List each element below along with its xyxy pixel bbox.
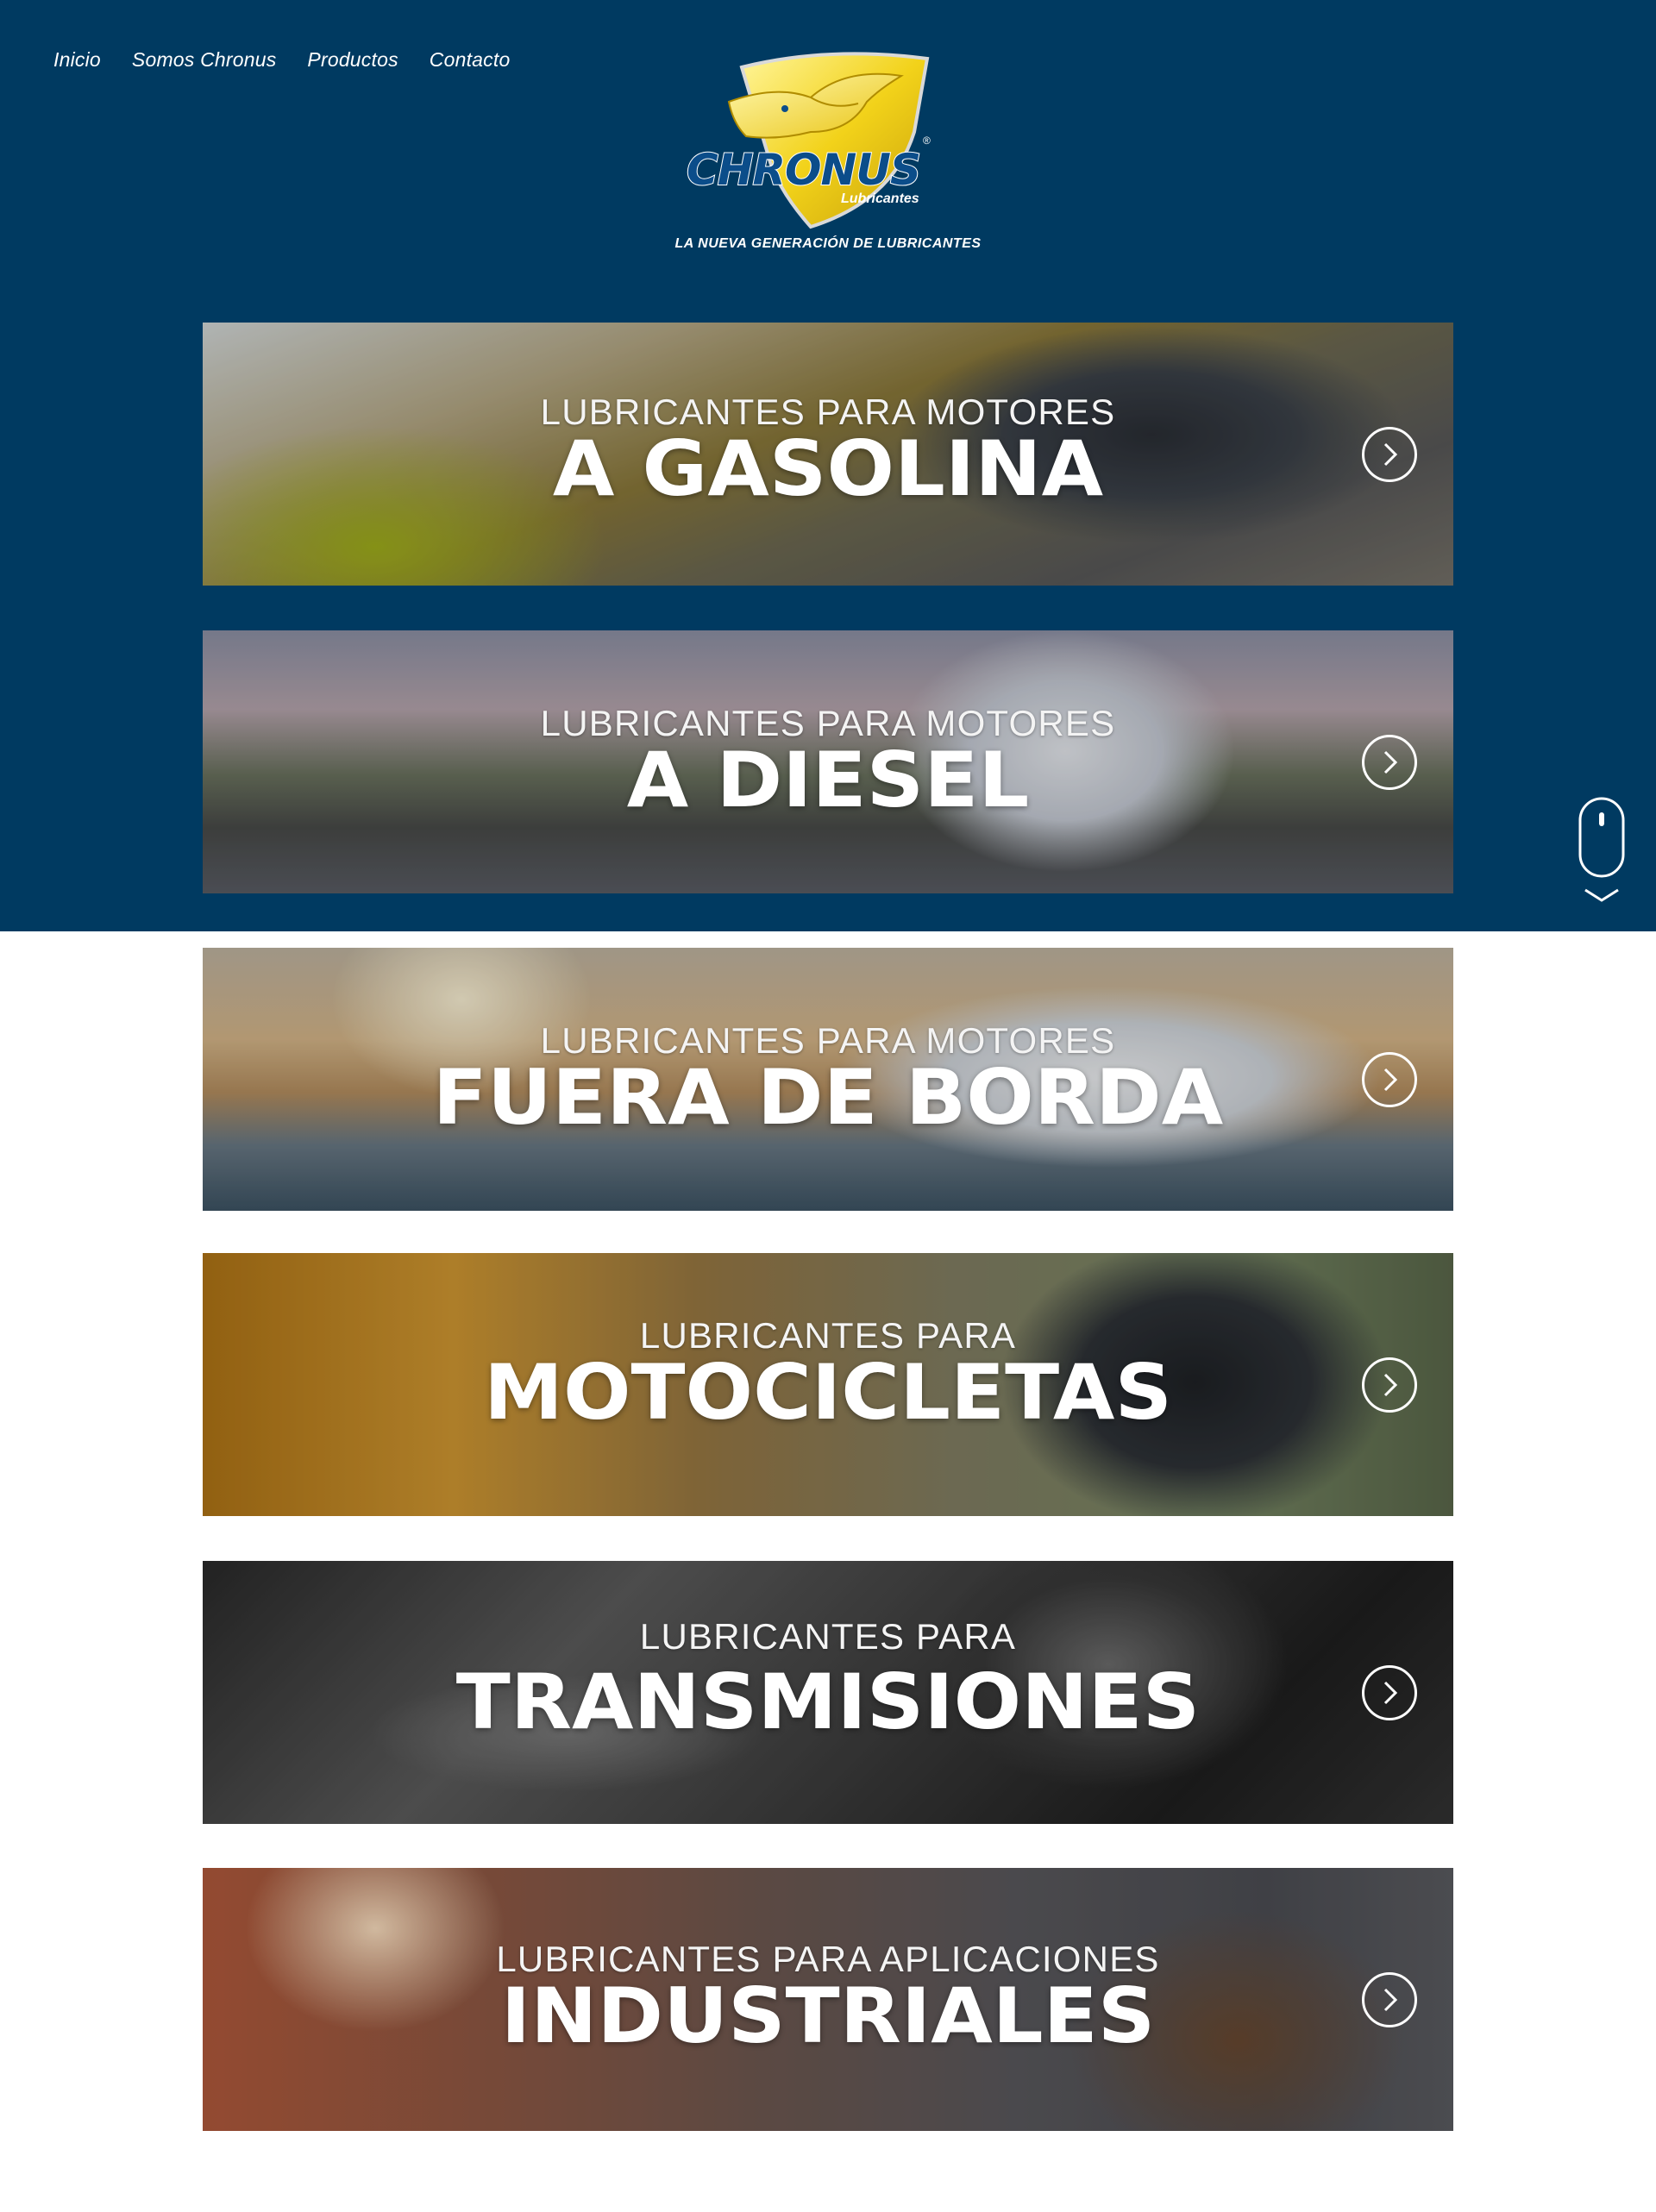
banner-gasolina[interactable]: LUBRICANTES PARA MOTORES A GASOLINA xyxy=(203,323,1453,586)
mouse-scroll-icon[interactable] xyxy=(1577,797,1627,909)
banner-main-title: A GASOLINA xyxy=(552,424,1104,513)
logo-subtitle: Lubricantes xyxy=(841,191,919,206)
chevron-right-circle-icon[interactable] xyxy=(1362,1665,1417,1720)
banner-diesel[interactable]: LUBRICANTES PARA MOTORES A DIESEL xyxy=(203,630,1453,893)
chevron-right-circle-icon[interactable] xyxy=(1362,735,1417,790)
chevron-right-circle-icon[interactable] xyxy=(1362,427,1417,482)
banner-motocicletas[interactable]: LUBRICANTES PARA MOTOCICLETAS xyxy=(203,1253,1453,1516)
banner-main-title: TRANSMISIONES xyxy=(455,1657,1201,1746)
chevron-right-circle-icon[interactable] xyxy=(1362,1052,1417,1107)
banner-fuera-de-borda[interactable]: LUBRICANTES PARA MOTORES FUERA DE BORDA xyxy=(203,948,1453,1211)
nav-productos[interactable]: Productos xyxy=(307,48,398,72)
banner-industriales[interactable]: LUBRICANTES PARA APLICACIONES INDUSTRIAL… xyxy=(203,1868,1453,2131)
nav-somos-chronus[interactable]: Somos Chronus xyxy=(132,48,277,72)
banner-main-title: FUERA DE BORDA xyxy=(432,1053,1224,1142)
logo-wordmark: CHRONUS xyxy=(686,144,922,196)
tagline: LA NUEVA GENERACIÓN DE LUBRICANTES xyxy=(674,236,982,251)
chronus-logo[interactable]: CHRONUS ® Lubricantes xyxy=(681,50,940,231)
main-nav: Inicio Somos Chronus Productos Contacto xyxy=(53,48,510,72)
banner-transmisiones[interactable]: LUBRICANTES PARA TRANSMISIONES xyxy=(203,1561,1453,1824)
banner-pre-title: LUBRICANTES PARA xyxy=(639,1616,1017,1657)
chevron-right-circle-icon[interactable] xyxy=(1362,1972,1417,2027)
logo-registered: ® xyxy=(923,135,931,147)
banner-main-title: INDUSTRIALES xyxy=(500,1971,1156,2060)
chevron-right-circle-icon[interactable] xyxy=(1362,1357,1417,1413)
banner-main-title: A DIESEL xyxy=(626,736,1030,824)
banner-main-title: MOTOCICLETAS xyxy=(484,1348,1172,1437)
nav-inicio[interactable]: Inicio xyxy=(53,48,101,72)
nav-contacto[interactable]: Contacto xyxy=(430,48,511,72)
